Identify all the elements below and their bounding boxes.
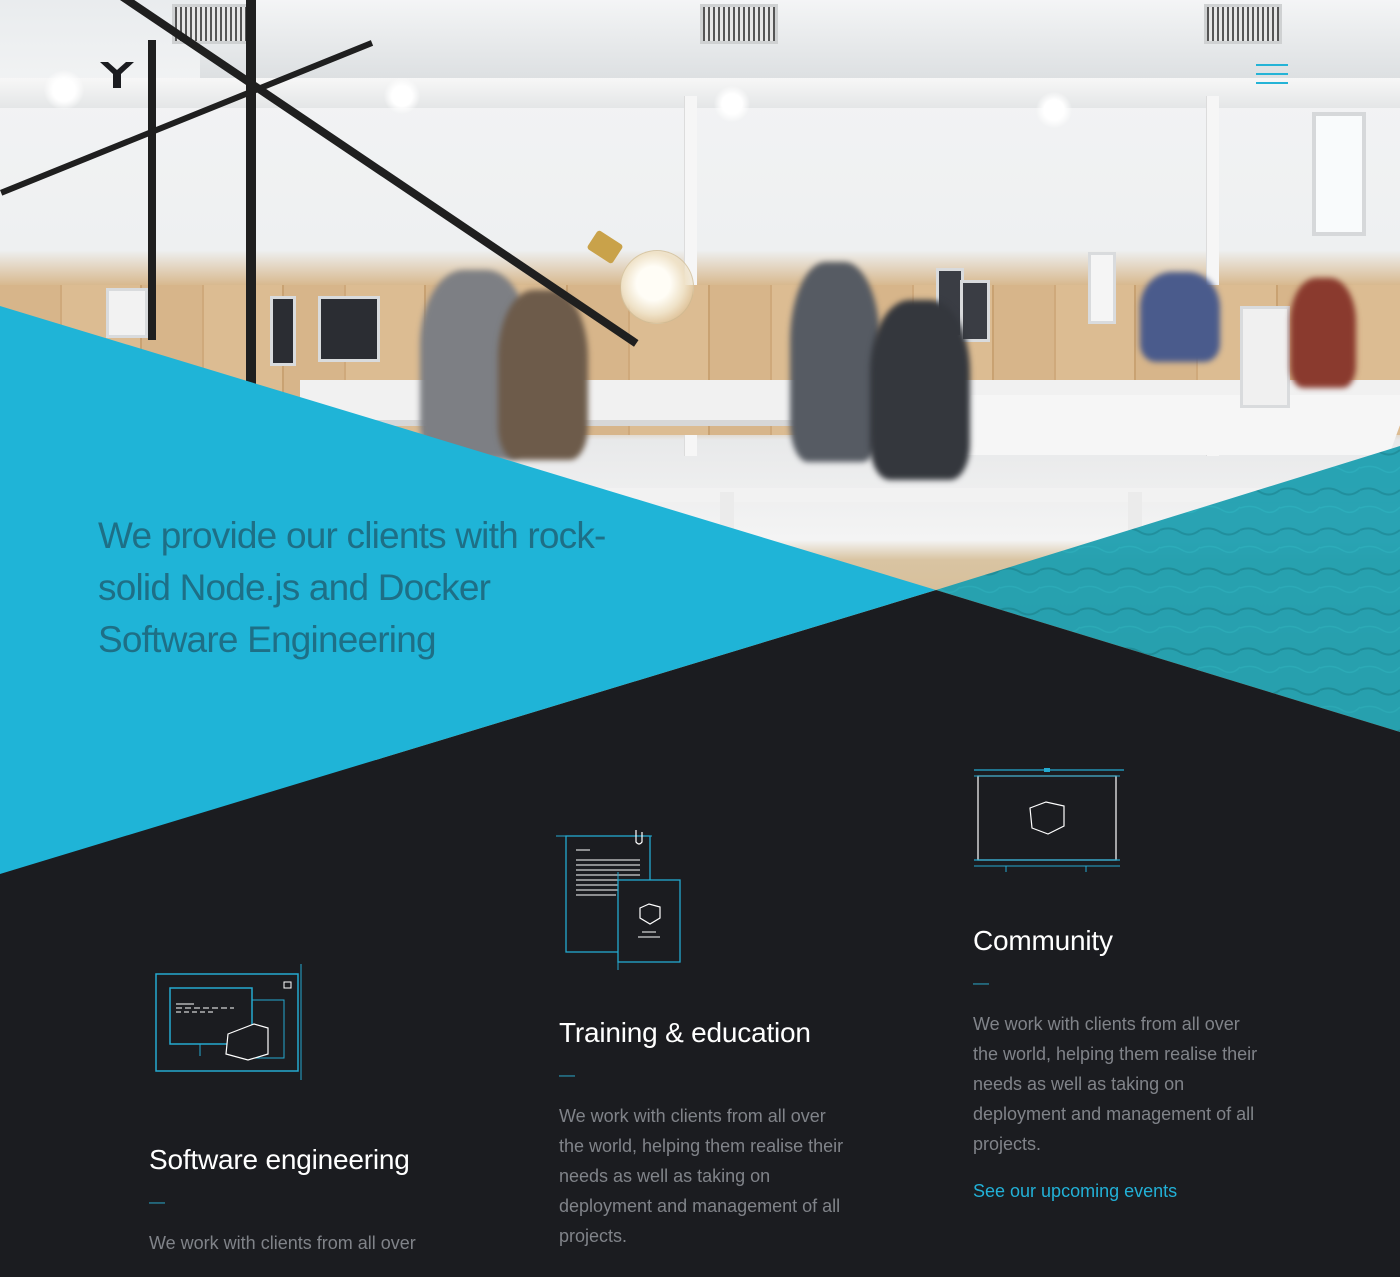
menu-line <box>1256 73 1288 75</box>
service-dash: — <box>559 1067 575 1084</box>
hero-title: We provide our clients with rock-solid N… <box>98 515 606 660</box>
presentation-screen-icon <box>974 768 1124 872</box>
code-window-icon <box>155 964 302 1080</box>
service-software-engineering: Software engineering — We work with clie… <box>149 1144 439 1258</box>
service-description: We work with clients from all over <box>149 1233 416 1253</box>
menu-line <box>1256 82 1288 84</box>
service-dash: — <box>149 1194 165 1211</box>
service-training-education: Training & education — We work with clie… <box>559 1017 849 1251</box>
upcoming-events-link[interactable]: See our upcoming events <box>973 1181 1263 1202</box>
y-logo-icon[interactable] <box>98 60 136 90</box>
page: We provide our clients with rock-solid N… <box>0 0 1400 1277</box>
service-community: Community — We work with clients from al… <box>973 925 1263 1202</box>
menu-line <box>1256 64 1288 66</box>
service-description: We work with clients from all over the w… <box>973 1014 1258 1154</box>
service-title: Community <box>973 925 1113 956</box>
hamburger-menu-icon[interactable] <box>1256 60 1290 88</box>
service-title: Software engineering <box>149 1144 410 1175</box>
service-description: We work with clients from all over the w… <box>559 1106 844 1246</box>
document-book-icon <box>556 830 681 970</box>
service-title: Training & education <box>559 1017 811 1048</box>
service-dash: — <box>973 975 989 992</box>
